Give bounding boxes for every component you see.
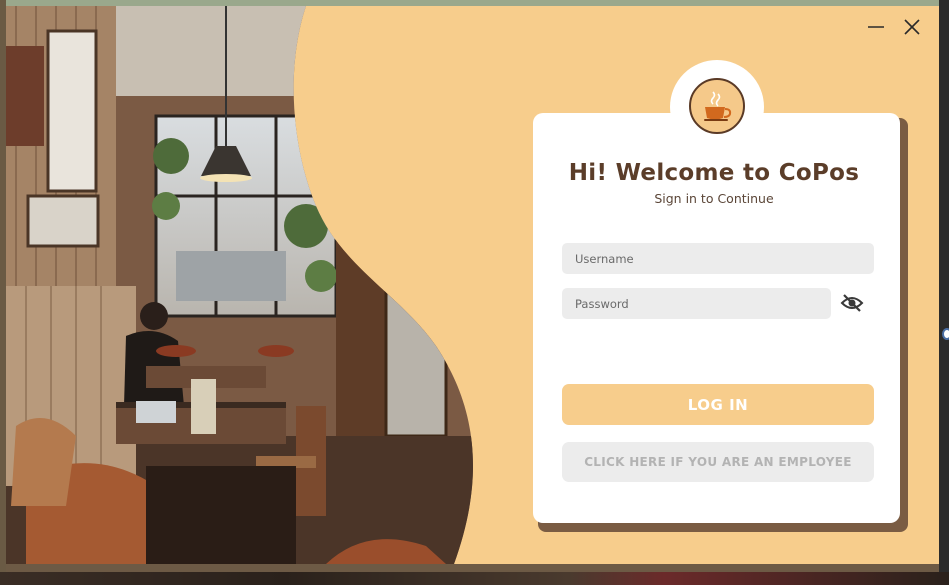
password-visibility-toggle[interactable] [838, 290, 866, 316]
mouse-cursor [942, 328, 949, 340]
desktop-edge-bottom [0, 572, 949, 585]
login-button[interactable]: LOG IN [562, 384, 874, 425]
close-icon [904, 19, 920, 35]
coffee-cup-icon [689, 78, 745, 134]
minimize-button[interactable] [862, 14, 890, 40]
username-input[interactable] [573, 250, 863, 267]
welcome-title: Hi! Welcome to CoPos [568, 160, 860, 186]
password-field[interactable] [562, 288, 831, 319]
desktop-edge-right [939, 0, 949, 585]
username-field[interactable] [562, 243, 874, 274]
eye-off-icon [840, 294, 864, 312]
minimize-icon [868, 26, 884, 28]
welcome-subtitle: Sign in to Continue [654, 191, 774, 206]
window-bottom-bar [6, 564, 939, 572]
employee-login-button[interactable]: CLICK HERE IF YOU ARE AN EMPLOYEE [562, 442, 874, 482]
password-input[interactable] [573, 295, 820, 312]
close-button[interactable] [898, 14, 926, 40]
